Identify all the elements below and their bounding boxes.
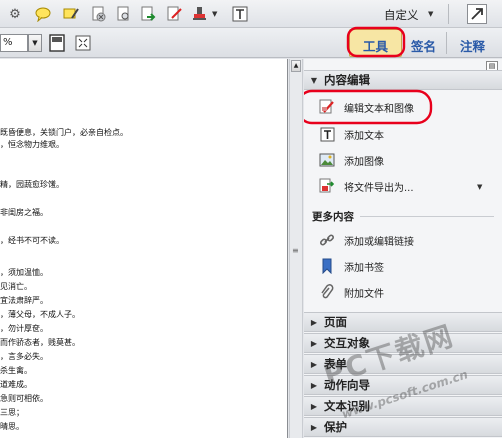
add-text-item[interactable]: 添加文本 (318, 124, 384, 144)
tab-comment[interactable]: 注释 (460, 36, 485, 55)
document-text-line: ，言多必失。 (0, 352, 48, 361)
secondary-toolbar: % ▼ 工具 签名 注释 (0, 26, 502, 58)
scroll-up-icon[interactable]: ▲ (291, 60, 301, 72)
attach-file-item[interactable]: 附加文件 (318, 282, 384, 302)
zoom-dropdown-icon[interactable]: ▼ (28, 34, 42, 52)
paperclip-icon (318, 283, 336, 301)
export-file-icon (318, 177, 336, 195)
zoom-value: % (3, 37, 13, 48)
gear-icon[interactable]: ⚙ (6, 5, 24, 23)
section-text-recognition-title: 文本识别 (324, 399, 370, 413)
section-protection-title: 保护 (324, 420, 347, 434)
document-text-line: ，恒念物力维艰。 (0, 140, 64, 149)
section-interactive-objects[interactable]: ▶ 交互对象 (304, 333, 502, 353)
collapse-triangle-icon: ▼ (310, 75, 318, 85)
add-image-label: 添加图像 (344, 156, 384, 168)
export-file-item[interactable]: 将文件导出为... (318, 176, 414, 196)
stamp-dropdown-arrow-icon[interactable]: ▼ (212, 10, 217, 18)
zoom-input[interactable]: % (0, 34, 28, 52)
add-text-label: 添加文本 (344, 130, 384, 142)
expand-window-icon[interactable] (467, 4, 487, 24)
section-forms-title: 表单 (324, 357, 347, 371)
document-text-line: 而作骄态者，贱莫甚。 (0, 338, 80, 347)
vertical-scrollbar[interactable]: ▲ ≡ (289, 59, 303, 438)
expand-triangle-icon: ▶ (310, 317, 318, 327)
security-page-icon[interactable] (115, 5, 133, 23)
attach-file-label: 附加文件 (344, 288, 384, 300)
section-interactive-objects-title: 交互对象 (324, 336, 370, 350)
section-forms[interactable]: ▶ 表单 (304, 354, 502, 374)
document-text-line: 既昏便息，关锁门户，必亲自检点。 (0, 128, 128, 137)
document-text-line: 见消亡。 (0, 282, 32, 291)
customize-dropdown-icon[interactable]: ▼ (428, 10, 433, 18)
stamp-icon[interactable] (192, 5, 210, 23)
document-text-line: 非闺房之福。 (0, 208, 48, 217)
document-text-line: ，经书不可不读。 (0, 236, 64, 245)
export-file-label: 将文件导出为... (344, 182, 414, 194)
full-screen-icon[interactable] (74, 34, 92, 52)
section-action-wizard[interactable]: ▶ 动作向导 (304, 375, 502, 395)
section-action-wizard-title: 动作向导 (324, 378, 370, 392)
section-pages[interactable]: ▶ 页面 (304, 312, 502, 332)
delete-page-icon[interactable] (90, 5, 108, 23)
more-content-heading: 更多内容 (312, 211, 354, 223)
divider (360, 216, 494, 217)
section-content-edit-title: 内容编辑 (324, 73, 370, 87)
document-text-line: ，须加温恤。 (0, 268, 48, 277)
section-pages-title: 页面 (324, 315, 347, 329)
add-text-icon (318, 125, 336, 143)
tab-sign[interactable]: 签名 (411, 36, 436, 55)
comment-icon[interactable] (34, 5, 52, 23)
document-text-line: 急则可相依。 (0, 394, 48, 403)
expand-triangle-icon: ▶ (310, 359, 318, 369)
section-protection[interactable]: ▶ 保护 (304, 417, 502, 437)
document-page[interactable]: 既昏便息，关锁门户，必亲自检点。 ，恒念物力维艰。 精，园蔬愈珍馐。 非闺房之福。 ，经… (0, 59, 288, 438)
add-image-icon (318, 151, 336, 169)
customize-label[interactable]: 自定义 (384, 7, 419, 23)
export-dropdown-icon[interactable]: ▼ (477, 183, 482, 191)
add-link-item[interactable]: 添加或编辑链接 (318, 230, 414, 250)
sign-document-icon[interactable] (166, 5, 184, 23)
export-page-icon[interactable] (140, 5, 158, 23)
add-link-label: 添加或编辑链接 (344, 236, 414, 248)
add-bookmark-label: 添加书签 (344, 262, 384, 274)
document-text-line: 精，园蔬愈珍馐。 (0, 180, 64, 189)
document-text-line: 宜法肃辞严。 (0, 296, 48, 305)
document-text-line: ，勿计厚奁。 (0, 324, 48, 333)
add-image-item[interactable]: 添加图像 (318, 150, 384, 170)
link-icon (318, 231, 336, 249)
document-text-line: 道难成。 (0, 380, 32, 389)
tools-highlight-oval (346, 26, 406, 58)
add-bookmark-item[interactable]: 添加书签 (318, 256, 384, 276)
document-text-line: 晴思。 (0, 422, 24, 431)
tools-panel: ▤ ▼ 内容编辑 编辑文本和图像 添加文本 添加图像 将文件导出为... ▼ 更… (304, 59, 502, 438)
splitter-grip-icon[interactable]: ≡ (292, 247, 300, 255)
expand-triangle-icon: ▶ (310, 401, 318, 411)
expand-triangle-icon: ▶ (310, 380, 318, 390)
text-box-icon[interactable] (231, 5, 249, 23)
document-text-line: 三思； (0, 408, 24, 417)
highlight-pen-icon[interactable] (62, 5, 80, 23)
document-text-line: ，薄父母，不成人子。 (0, 310, 80, 319)
document-text-line: 杀生禽。 (0, 366, 32, 375)
section-content-edit-header[interactable]: ▼ 内容编辑 (304, 70, 502, 90)
bookmark-icon (318, 257, 336, 275)
expand-triangle-icon: ▶ (310, 422, 318, 432)
fit-page-icon[interactable] (48, 34, 66, 52)
main-toolbar: ⚙ ▼ 自定义 ▼ (0, 0, 502, 28)
edit-highlight-oval (304, 89, 433, 125)
expand-triangle-icon: ▶ (310, 338, 318, 348)
section-text-recognition[interactable]: ▶ 文本识别 (304, 396, 502, 416)
